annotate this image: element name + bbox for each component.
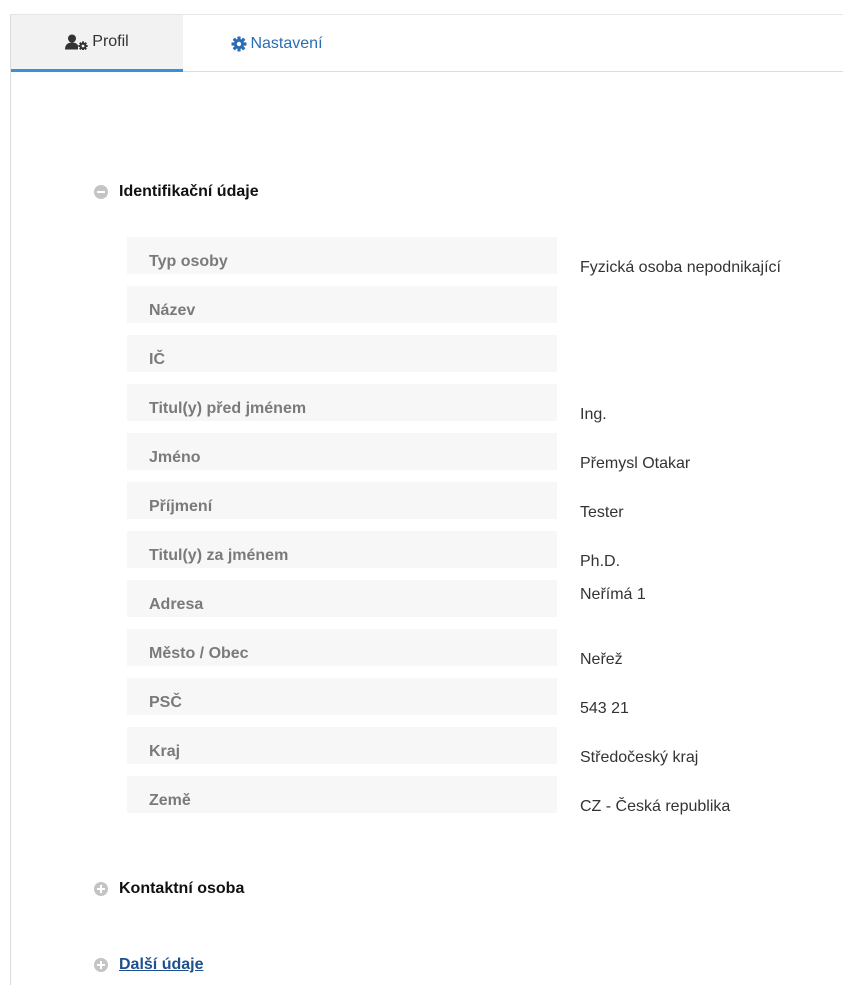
row-label: Adresa: [127, 580, 557, 617]
table-row: Adresa Neřímá 1: [127, 580, 843, 629]
table-row: Město / Obec Neřež: [127, 629, 843, 678]
row-value: Neřež: [580, 650, 623, 668]
row-label: Typ osoby: [127, 237, 557, 274]
section-kontaktni-header[interactable]: Kontaktní osoba: [94, 880, 244, 898]
tab-nastaveni[interactable]: Nastavení: [183, 15, 371, 72]
table-row: Země CZ - Česká republika: [127, 776, 843, 825]
row-label: Město / Obec: [127, 629, 557, 666]
tab-bar: Profil Nastavení: [11, 14, 843, 72]
page: Profil Nastavení Identifikační údaje Typ…: [0, 0, 843, 985]
table-row: Příjmení Tester: [127, 482, 843, 531]
plus-circle-icon[interactable]: [94, 882, 108, 896]
table-row: Titul(y) před jménem Ing.: [127, 384, 843, 433]
tab-profil[interactable]: Profil: [11, 15, 183, 72]
row-value: Přemysl Otakar: [580, 454, 691, 472]
row-label: PSČ: [127, 678, 557, 715]
table-row: Název: [127, 286, 843, 335]
section-dalsi-header[interactable]: Další údaje: [94, 956, 203, 974]
user-cog-icon: [65, 34, 89, 50]
section-identifikacni-title: Identifikační údaje: [119, 183, 259, 200]
plus-circle-icon[interactable]: [94, 958, 108, 972]
row-label: Jméno: [127, 433, 557, 470]
tab-nastaveni-label: Nastavení: [250, 34, 323, 52]
row-label: Titul(y) za jménem: [127, 531, 557, 568]
identification-table: Typ osoby Fyzická osoba nepodnikající Ná…: [127, 237, 843, 825]
table-row: Typ osoby Fyzická osoba nepodnikající: [127, 237, 843, 286]
row-value: Ph.D.: [580, 552, 621, 570]
row-value: Středočeský kraj: [580, 748, 699, 766]
row-label: Příjmení: [127, 482, 557, 519]
table-row: Titul(y) za jménem Ph.D.: [127, 531, 843, 580]
table-row: IČ: [127, 335, 843, 384]
row-value: Ing.: [580, 405, 607, 423]
row-label: Název: [127, 286, 557, 323]
section-identifikacni-header: Identifikační údaje: [94, 183, 259, 201]
gear-icon: [231, 36, 247, 52]
row-value: Tester: [580, 503, 624, 521]
row-value: 543 21: [580, 699, 629, 717]
table-row: PSČ 543 21: [127, 678, 843, 727]
row-label: Země: [127, 776, 557, 813]
section-kontaktni-title[interactable]: Kontaktní osoba: [119, 880, 244, 898]
row-label: Kraj: [127, 727, 557, 764]
table-row: Jméno Přemysl Otakar: [127, 433, 843, 482]
table-row: Kraj Středočeský kraj: [127, 727, 843, 776]
row-value: Neřímá 1: [580, 586, 646, 603]
content-border: [10, 14, 11, 985]
row-value: CZ - Česká republika: [580, 797, 731, 815]
row-label: Titul(y) před jménem: [127, 384, 557, 421]
row-label: IČ: [127, 335, 557, 372]
section-dalsi-link[interactable]: Další údaje: [119, 956, 203, 974]
minus-circle-icon[interactable]: [94, 185, 108, 199]
tab-profil-label: Profil: [92, 33, 129, 50]
row-value: Fyzická osoba nepodnikající: [580, 258, 781, 276]
